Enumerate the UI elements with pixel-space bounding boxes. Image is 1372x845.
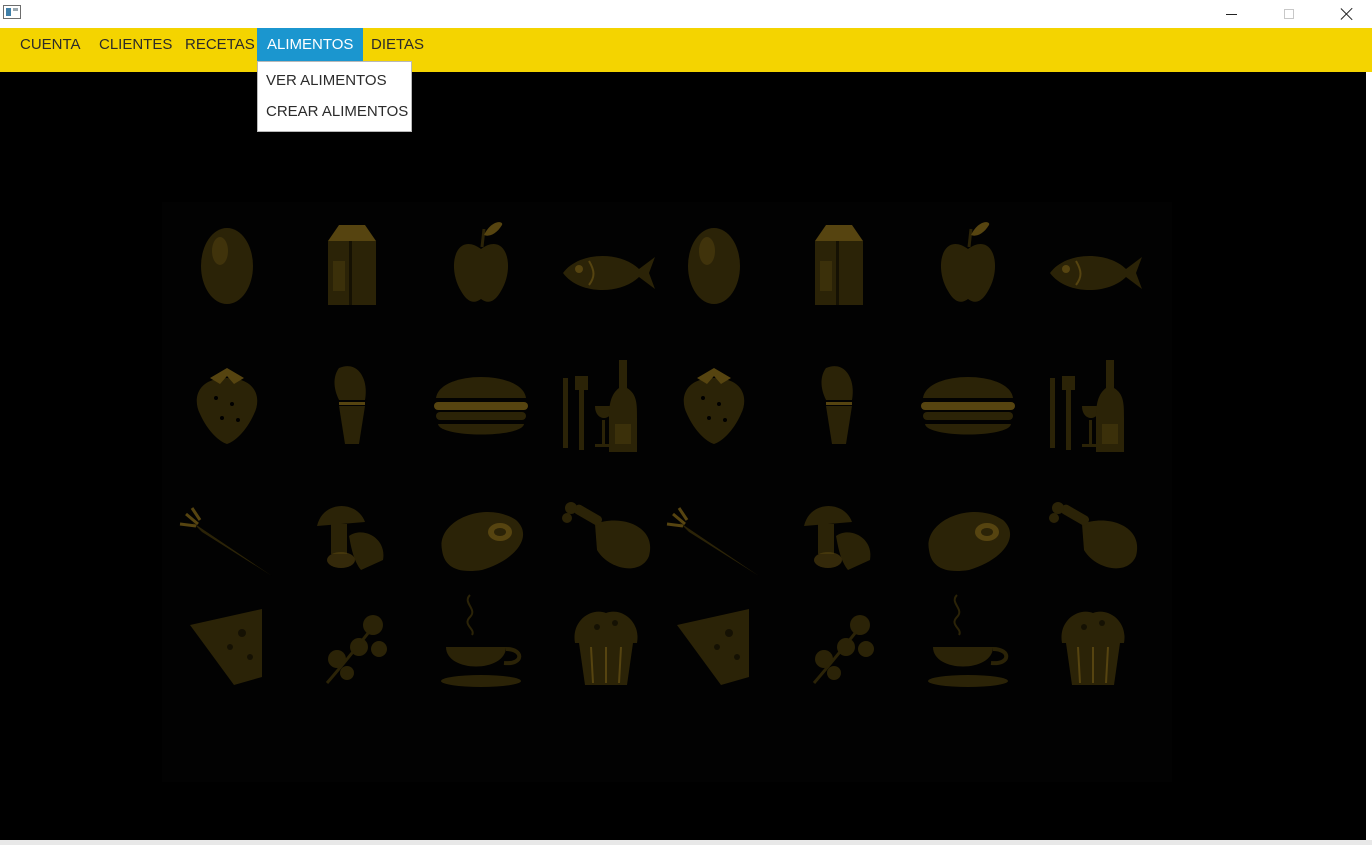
close-button[interactable] <box>1318 0 1372 28</box>
fish-icon <box>1038 211 1148 321</box>
chicken-leg-icon <box>551 480 661 590</box>
burger-icon <box>426 348 536 458</box>
menu-alimentos[interactable]: ALIMENTOS <box>257 28 364 61</box>
coffee-cup-icon <box>426 587 536 697</box>
app-window-icon <box>3 5 21 19</box>
menu-recetas[interactable]: RECETAS <box>175 28 265 61</box>
mushroom-icon <box>784 480 894 590</box>
title-bar <box>0 0 1372 28</box>
cutlery-wine-icon <box>1038 348 1148 458</box>
muffin-icon <box>1038 587 1148 697</box>
window-border-right <box>1366 72 1372 845</box>
maximize-button[interactable] <box>1260 0 1318 28</box>
close-icon <box>1340 7 1354 21</box>
carrot-icon <box>659 480 769 590</box>
menu-bar: CUENTA CLIENTES RECETAS ALIMENTOS DIETAS <box>0 28 1372 72</box>
strawberry-icon <box>172 348 282 458</box>
minimize-icon <box>1225 13 1237 15</box>
fish-icon <box>551 211 661 321</box>
egg-icon <box>172 211 282 321</box>
parsley-icon <box>297 587 407 697</box>
menu-dietas[interactable]: DIETAS <box>361 28 434 61</box>
menu-item-ver-alimentos[interactable]: VER ALIMENTOS <box>258 65 411 96</box>
window-border-bottom <box>0 840 1372 845</box>
milk-carton-icon <box>784 211 894 321</box>
muffin-icon <box>551 587 661 697</box>
alimentos-dropdown-menu: VER ALIMENTOS CREAR ALIMENTOS <box>257 61 412 132</box>
burger-icon <box>913 348 1023 458</box>
steak-icon <box>426 480 536 590</box>
apple-icon <box>913 211 1023 321</box>
cutlery-wine-icon <box>551 348 661 458</box>
cheese-icon <box>172 587 282 697</box>
parsley-icon <box>784 587 894 697</box>
carrot-icon <box>172 480 282 590</box>
menu-clientes[interactable]: CLIENTES <box>89 28 182 61</box>
cheese-icon <box>659 587 769 697</box>
steak-icon <box>913 480 1023 590</box>
chicken-leg-icon <box>1038 480 1148 590</box>
milk-carton-icon <box>297 211 407 321</box>
egg-icon <box>659 211 769 321</box>
ice-cream-icon <box>297 348 407 458</box>
ice-cream-icon <box>784 348 894 458</box>
coffee-cup-icon <box>913 587 1023 697</box>
maximize-icon <box>1284 9 1294 19</box>
menu-cuenta[interactable]: CUENTA <box>10 28 91 61</box>
minimize-button[interactable] <box>1202 0 1260 28</box>
apple-icon <box>426 211 536 321</box>
strawberry-icon <box>659 348 769 458</box>
menu-item-crear-alimentos[interactable]: CREAR ALIMENTOS <box>258 96 411 127</box>
mushroom-icon <box>297 480 407 590</box>
